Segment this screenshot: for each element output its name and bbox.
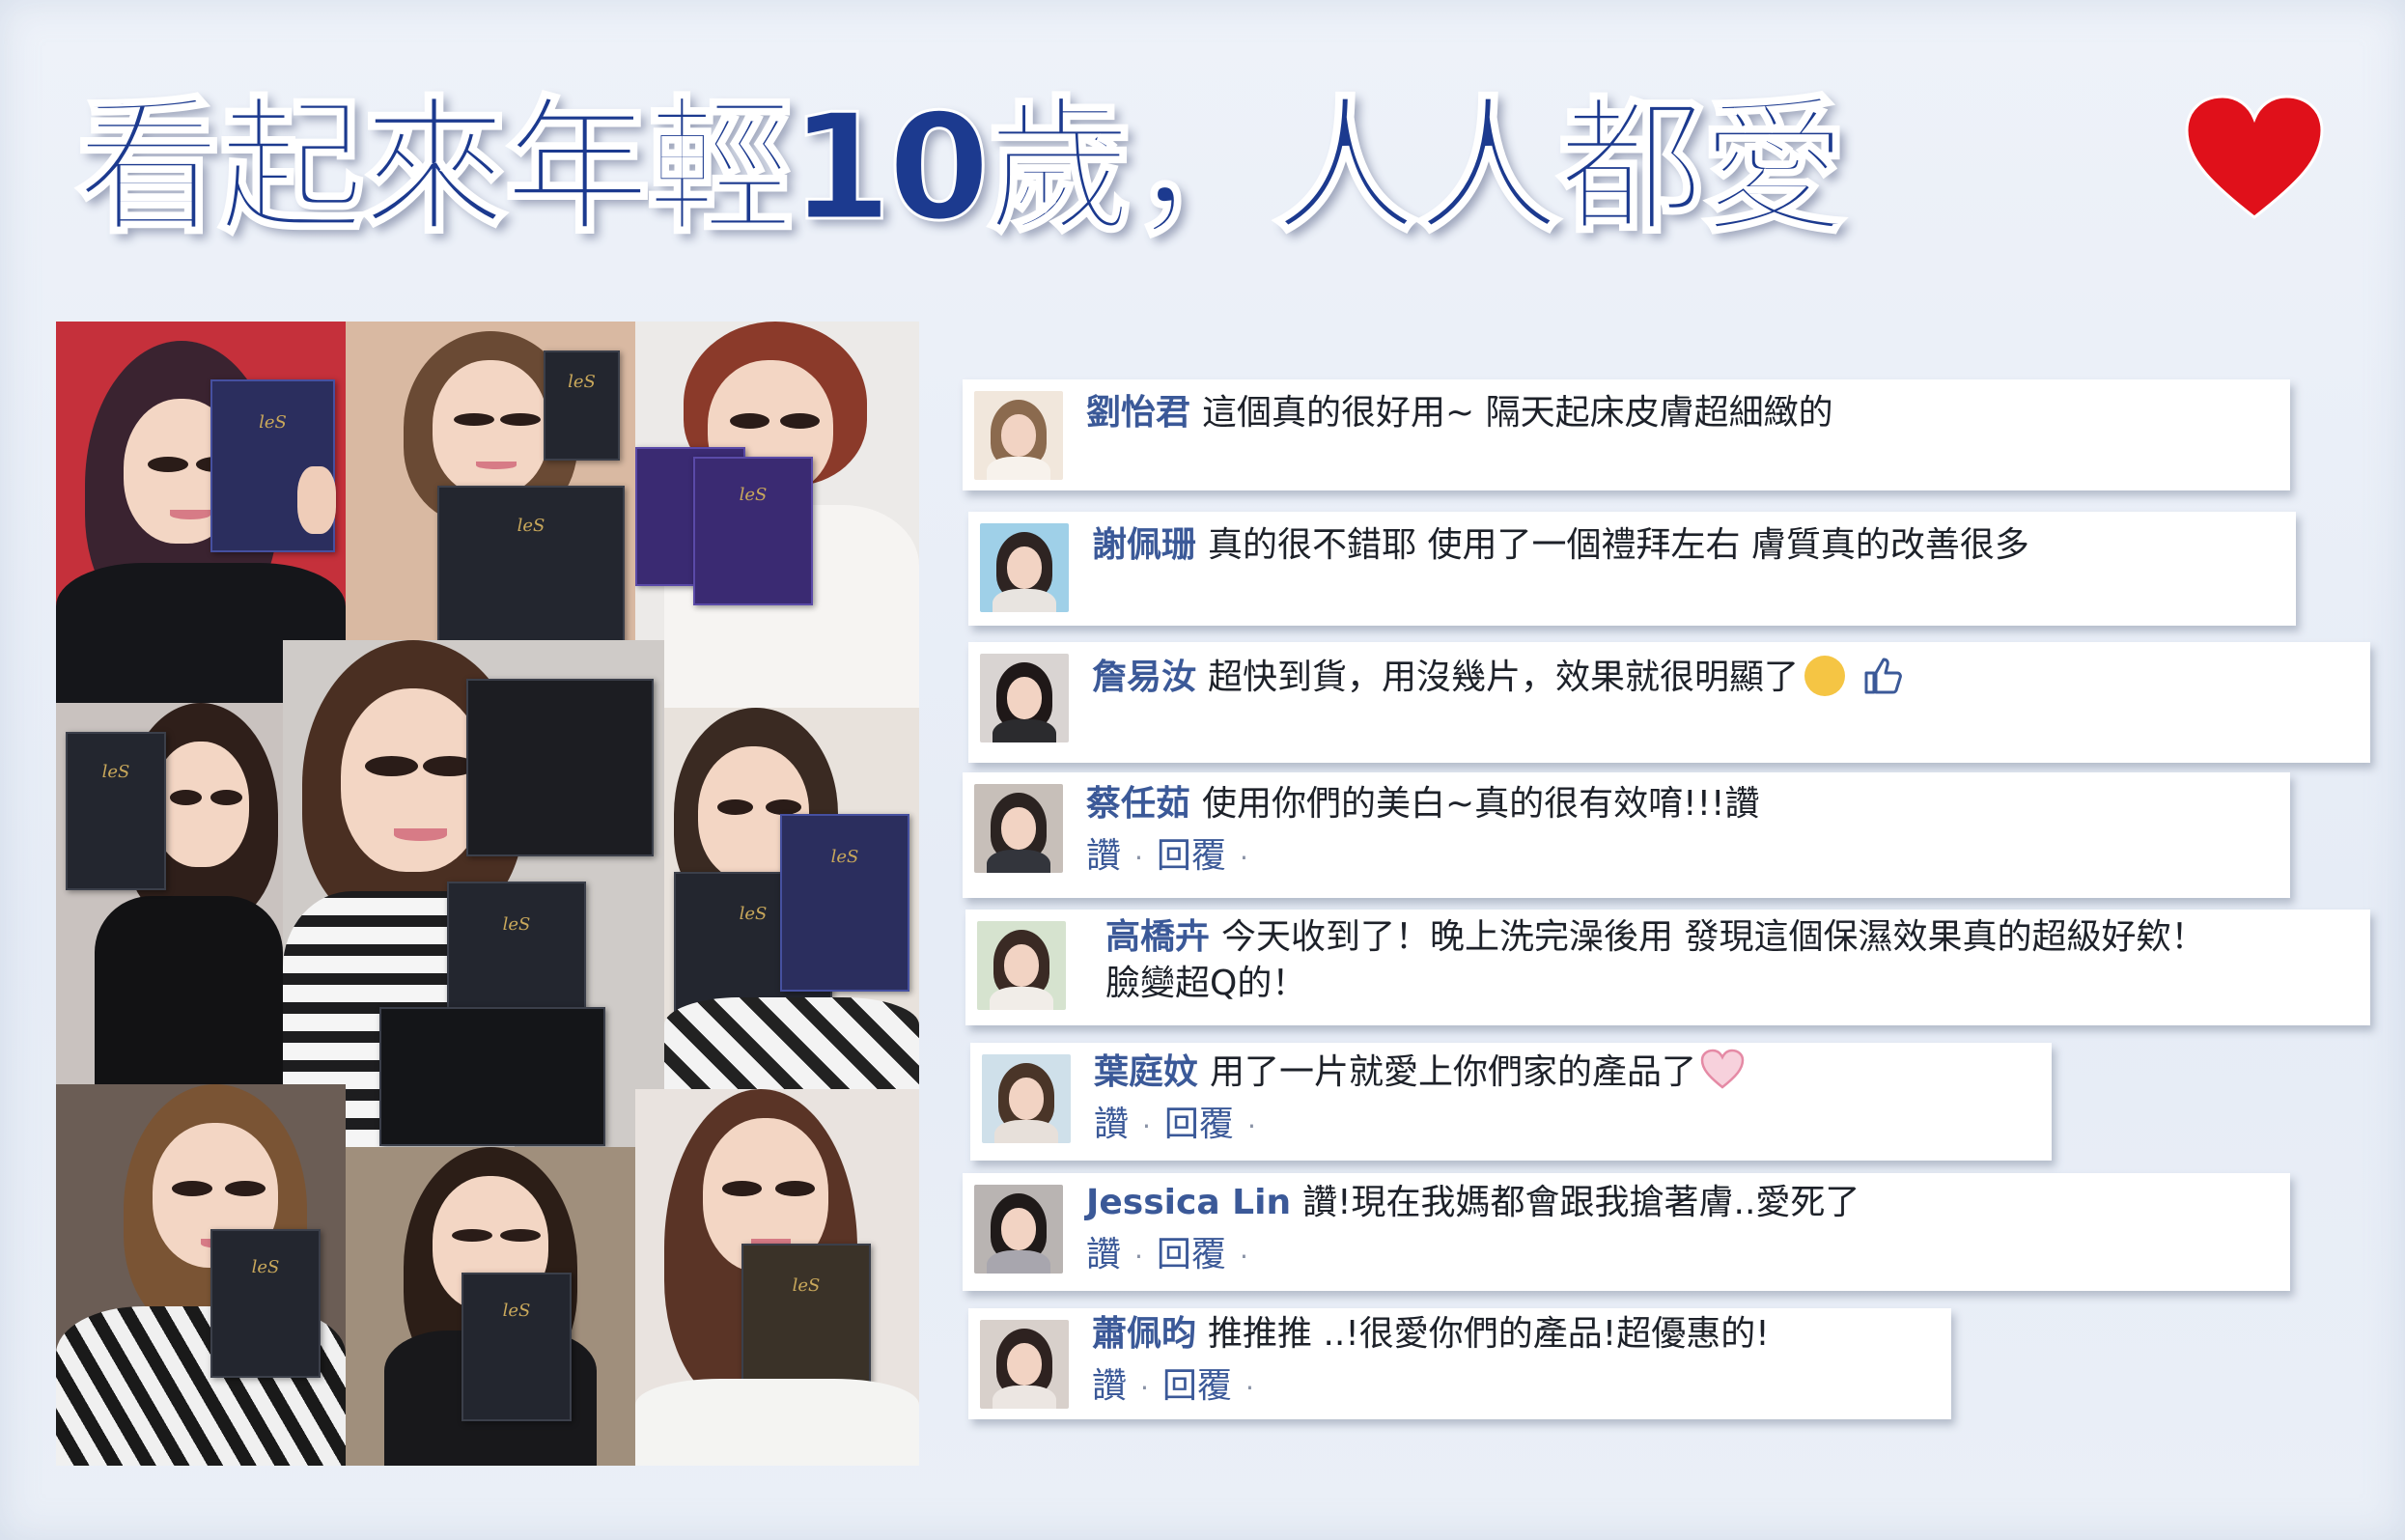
avatar [982, 1054, 1071, 1143]
comment-body: 超快到貨，用沒幾片，效果就很明顯了 [1208, 658, 1800, 697]
comment-text: 詹易汝 超快到貨，用沒幾片，效果就很明顯了 [1092, 654, 1903, 700]
comment-body: 真的很不錯耶 使用了一個禮拜左右 膚質真的改善很多 [1208, 525, 2029, 565]
commenter-name[interactable]: 詹易汝 [1092, 658, 1196, 697]
comment-body: 用了一片就愛上你們家的產品了 [1210, 1052, 1697, 1092]
headline: 看起來年輕10歲，人人都愛 [74, 58, 1850, 255]
avatar [974, 1185, 1063, 1274]
comment-card: 蔡任茹 使用你們的美白~真的很有效唷!!!讚 讚 · 回覆 · [963, 772, 2290, 898]
photo-collage: leS leS leS leS leS leS leS leS leS leS … [56, 322, 919, 1466]
comment-text: 高橋卉 今天收到了！晚上洗完澡後用 發現這個保濕效果真的超級好欸！ [1105, 915, 2205, 960]
smile-emoji-icon [1804, 656, 1846, 696]
commenter-name[interactable]: 高橋卉 [1105, 917, 1210, 957]
comment-card: 高橋卉 今天收到了！晚上洗完澡後用 發現這個保濕效果真的超級好欸！ 臉變超Q的！ [965, 910, 2370, 1025]
comment-body: 今天收到了！晚上洗完澡後用 發現這個保濕效果真的超級好欸！ [1221, 917, 2206, 957]
comment-body: 讚!現在我媽都會跟我搶著膚..愛死了 [1302, 1183, 1860, 1222]
avatar [974, 391, 1063, 480]
heart-emoji-icon [1700, 1049, 1745, 1089]
comment-card: 葉庭妏 用了一片就愛上你們家的產品了 讚 · 回覆 · [970, 1043, 2052, 1161]
avatar [974, 784, 1063, 873]
heart-icon [2185, 95, 2324, 219]
thumbs-up-icon [1864, 658, 1902, 694]
comment-text: 劉怡君 這個真的很好用~ 隔天起床皮膚超細緻的 [1086, 391, 1833, 435]
comment-text-line-2: 臉變超Q的！ [1105, 962, 1306, 1006]
like-link[interactable]: 讚 [1092, 1366, 1127, 1406]
commenter-name[interactable]: 謝佩珊 [1092, 525, 1196, 565]
comment-text: Jessica Lin 讚!現在我媽都會跟我搶著膚..愛死了 [1086, 1181, 1860, 1225]
reply-link[interactable]: 回覆 [1157, 836, 1226, 876]
comment-actions: 讚 · 回覆 · [1086, 1235, 1248, 1274]
like-link[interactable]: 讚 [1086, 1235, 1121, 1274]
commenter-name[interactable]: 劉怡君 [1086, 393, 1190, 433]
avatar [980, 1320, 1069, 1409]
comment-body: 推推推 ..!很愛你們的產品!超優惠的! [1208, 1314, 1770, 1354]
photo-tile: leS [283, 640, 664, 1147]
comment-text: 葉庭妏 用了一片就愛上你們家的產品了 [1094, 1049, 1745, 1095]
reply-link[interactable]: 回覆 [1162, 1366, 1232, 1406]
comment-text: 蔡任茹 使用你們的美白~真的很有效唷!!!讚 [1086, 782, 1759, 826]
photo-tile: leS [346, 1147, 635, 1466]
comment-card: Jessica Lin 讚!現在我媽都會跟我搶著膚..愛死了 讚 · 回覆 · [963, 1173, 2290, 1291]
like-link[interactable]: 讚 [1086, 836, 1121, 876]
redacted-area [1078, 447, 1262, 484]
commenter-name[interactable]: 蕭佩昀 [1092, 1314, 1196, 1354]
comment-card: 劉怡君 這個真的很好用~ 隔天起床皮膚超細緻的 [963, 379, 2290, 490]
comment-actions: 讚 · 回覆 · [1094, 1105, 1256, 1144]
advertisement-page: 看起來年輕10歲，人人都愛 leS leS leS leS leS leS le… [0, 0, 2405, 1540]
photo-tile: leS [56, 1084, 346, 1466]
photo-tile: leS [56, 703, 283, 1084]
commenter-name[interactable]: Jessica Lin [1086, 1183, 1291, 1222]
commenter-name[interactable]: 蔡任茹 [1086, 784, 1190, 824]
comment-card: 謝佩珊 真的很不錯耶 使用了一個禮拜左右 膚質真的改善很多 [968, 512, 2296, 626]
photo-tile: leS [635, 322, 919, 708]
comment-card: 蕭佩昀 推推推 ..!很愛你們的產品!超優惠的! 讚 · 回覆 · [968, 1308, 1951, 1419]
comment-body: 臉變超Q的！ [1105, 964, 1307, 1003]
avatar [980, 654, 1069, 742]
reply-link[interactable]: 回覆 [1157, 1235, 1226, 1274]
comment-text: 謝佩珊 真的很不錯耶 使用了一個禮拜左右 膚質真的改善很多 [1092, 523, 2029, 568]
headline-text: 看起來年輕10歲，人人都愛 [74, 81, 1850, 255]
photo-tile: leS [635, 1089, 919, 1466]
reply-link[interactable]: 回覆 [1164, 1105, 1234, 1144]
photo-tile: leS leS [346, 322, 635, 640]
commenter-name[interactable]: 葉庭妏 [1094, 1052, 1198, 1092]
comment-body: 這個真的很好用~ 隔天起床皮膚超細緻的 [1202, 393, 1833, 433]
comment-actions: 讚 · 回覆 · [1086, 836, 1248, 876]
photo-tile: leS leS [664, 708, 919, 1089]
avatar [980, 523, 1069, 612]
avatar [977, 921, 1066, 1010]
comment-actions: 讚 · 回覆 · [1092, 1366, 1254, 1406]
comment-text: 蕭佩昀 推推推 ..!很愛你們的產品!超優惠的! [1092, 1312, 1770, 1357]
like-link[interactable]: 讚 [1094, 1105, 1129, 1144]
comment-body: 使用你們的美白~真的很有效唷!!!讚 [1202, 784, 1760, 824]
comment-card: 詹易汝 超快到貨，用沒幾片，效果就很明顯了 [968, 642, 2370, 763]
